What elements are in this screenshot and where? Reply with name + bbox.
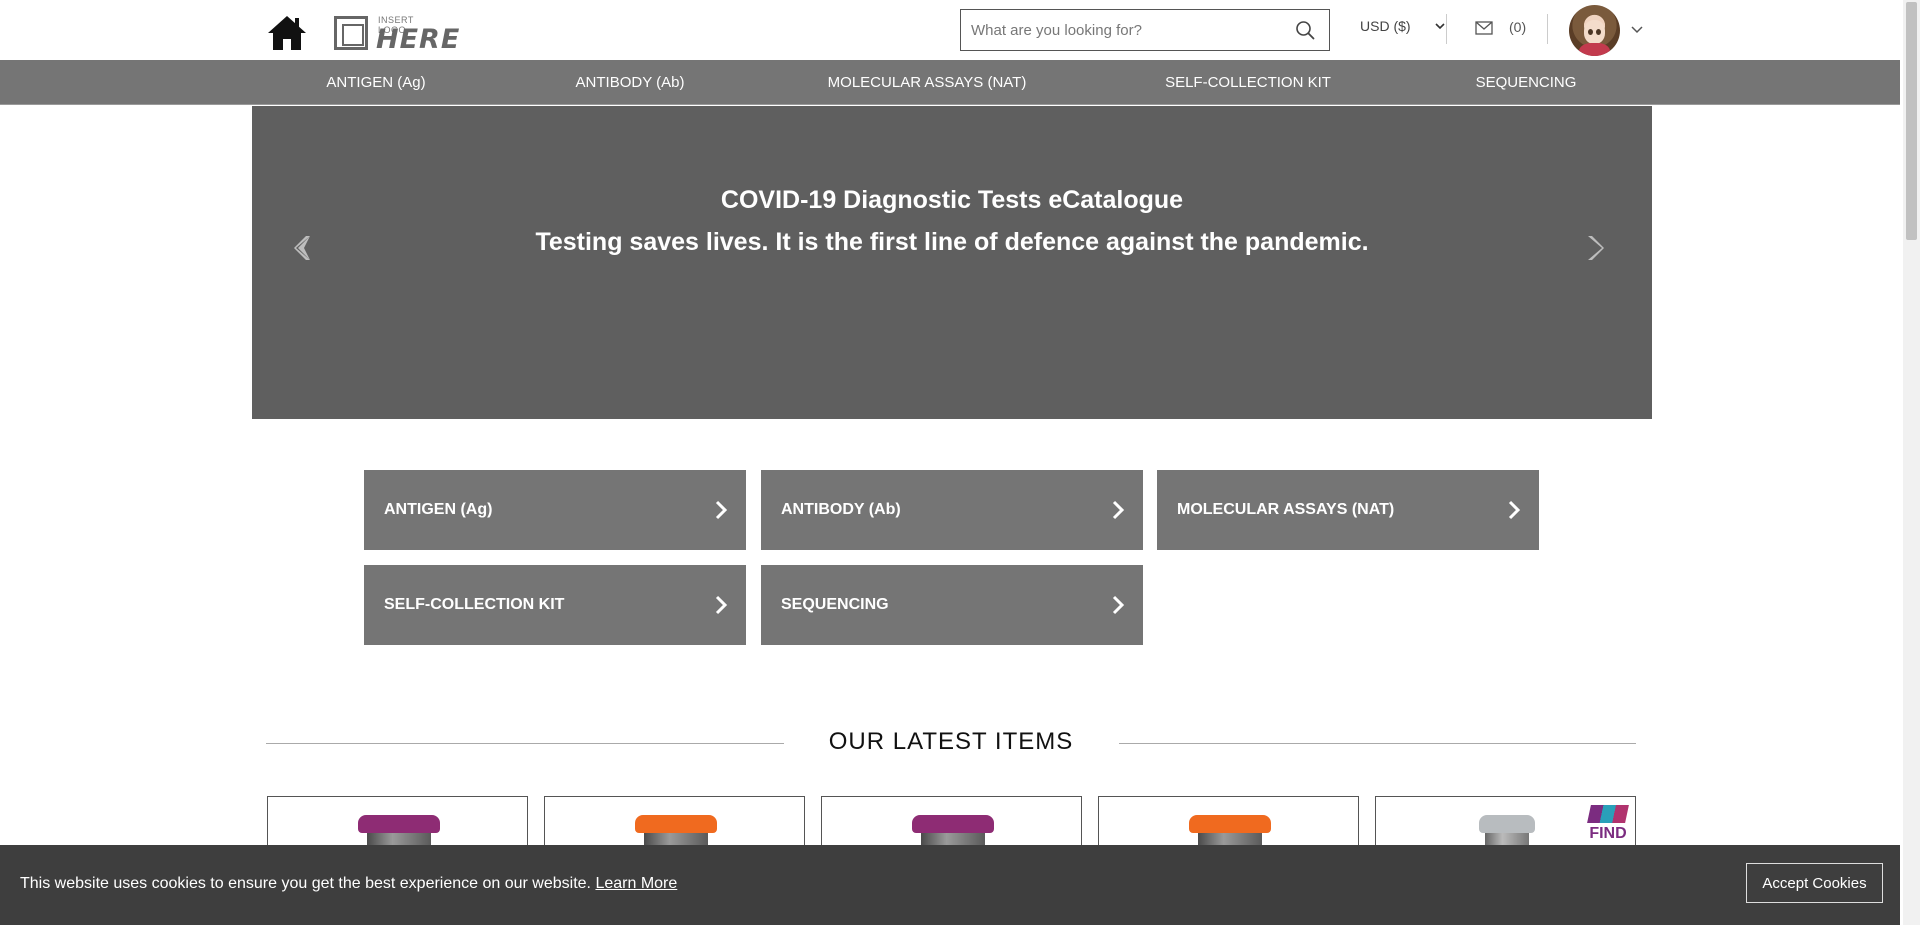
currency-select[interactable]: USD ($) (1360, 18, 1446, 42)
hero-title: COVID-19 Diagnostic Tests eCatalogue (720, 186, 1184, 214)
nav-item-molecular-assays[interactable]: MOLECULAR ASSAYS (NAT) (828, 60, 1027, 105)
nav-item-self-collection-kit[interactable]: SELF-COLLECTION KIT (1165, 60, 1331, 105)
find-logo-mark (1587, 805, 1629, 823)
vial-cap (1479, 815, 1535, 833)
vial-cap (635, 815, 717, 833)
currency-value: USD ($) (1360, 18, 1411, 34)
cookie-text: This website uses cookies to ensure you … (20, 875, 591, 892)
chevron-down-icon (1435, 23, 1445, 30)
chevron-right-icon (1112, 595, 1125, 615)
cookie-banner: This website uses cookies to ensure you … (0, 845, 1900, 925)
hero-carousel: COVID-19 Diagnostic Tests eCatalogue Tes… (252, 106, 1652, 419)
vial-cap (358, 815, 440, 833)
find-logo-text: FIND (1589, 825, 1627, 842)
category-tile-self-collection-kit[interactable]: SELF-COLLECTION KIT (364, 565, 746, 645)
scrollbar-thumb[interactable] (1906, 2, 1917, 240)
hero-subtitle: Testing saves lives. It is the first lin… (535, 228, 1369, 256)
vial-cap (912, 815, 994, 833)
chevron-right-icon (1112, 500, 1125, 520)
nav-item-sequencing[interactable]: SEQUENCING (1476, 60, 1577, 105)
chevron-down-icon[interactable] (1630, 22, 1644, 36)
category-tile-antibody[interactable]: ANTIBODY (Ab) (761, 470, 1143, 550)
latest-items-header: OUR LATEST ITEMS (266, 728, 1636, 758)
top-bar: INSERT LOGO HERE USD ($) (0) (0, 0, 1900, 60)
chevron-right-icon (715, 500, 728, 520)
category-label: SELF-COLLECTION KIT (384, 596, 565, 613)
home-icon[interactable] (266, 14, 308, 52)
avatar-body (1579, 43, 1610, 56)
category-label: ANTIBODY (Ab) (781, 501, 901, 518)
category-label: SEQUENCING (781, 596, 889, 613)
category-tile-molecular-assays[interactable]: MOLECULAR ASSAYS (NAT) (1157, 470, 1539, 550)
cookie-message: This website uses cookies to ensure you … (20, 875, 677, 893)
page-scrollbar[interactable] (1903, 0, 1920, 925)
chevron-right-icon (1508, 500, 1521, 520)
learn-more-link[interactable]: Learn More (595, 875, 677, 892)
category-tile-antigen[interactable]: ANTIGEN (Ag) (364, 470, 746, 550)
mail-icon (1475, 21, 1493, 35)
accept-cookies-button[interactable]: Accept Cookies (1746, 863, 1883, 903)
latest-items-heading: OUR LATEST ITEMS (828, 728, 1074, 755)
search-icon[interactable] (1295, 20, 1315, 40)
category-tile-sequencing[interactable]: SEQUENCING (761, 565, 1143, 645)
heading-rule (1119, 743, 1636, 744)
search-input[interactable] (961, 10, 1281, 50)
header-divider (1446, 14, 1447, 44)
vial-cap (1189, 815, 1271, 833)
nav-item-antigen[interactable]: ANTIGEN (Ag) (326, 60, 425, 105)
avatar-eye (1596, 29, 1601, 35)
site-logo[interactable]: INSERT LOGO HERE (334, 14, 459, 55)
nav-item-antibody[interactable]: ANTIBODY (Ab) (576, 60, 685, 105)
logo-big-text: HERE (376, 24, 461, 55)
search-box (960, 9, 1330, 51)
main-nav: ANTIGEN (Ag) ANTIBODY (Ab) MOLECULAR ASS… (0, 60, 1900, 105)
find-logo: FIND (1587, 803, 1629, 843)
logo-mark (334, 16, 368, 50)
messages-count: (0) (1509, 19, 1527, 35)
user-avatar[interactable] (1569, 5, 1620, 56)
avatar-eye (1588, 29, 1593, 35)
header-divider (1547, 14, 1548, 44)
category-label: ANTIGEN (Ag) (384, 501, 493, 518)
carousel-next-icon[interactable] (1580, 230, 1610, 266)
chevron-right-icon (715, 595, 728, 615)
category-label: MOLECULAR ASSAYS (NAT) (1177, 501, 1395, 518)
